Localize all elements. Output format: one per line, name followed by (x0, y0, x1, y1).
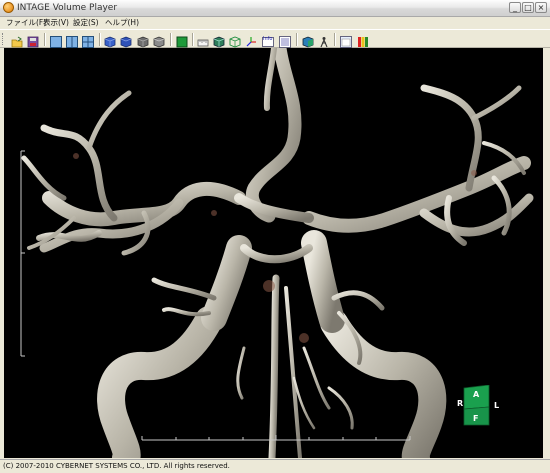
save-volume-icon[interactable] (27, 33, 39, 48)
window-icon[interactable] (340, 33, 352, 48)
ruler-icon[interactable] (197, 33, 209, 47)
box-wireframe-icon[interactable] (229, 33, 241, 48)
horizontal-scale-bar (141, 435, 411, 441)
menu-settings[interactable]: 設定(S) (73, 17, 99, 29)
layout-four-pane-icon[interactable] (82, 33, 94, 48)
cube-gray-icon[interactable] (137, 33, 149, 48)
orientation-front-label: A (473, 390, 480, 399)
layout-single-icon[interactable] (50, 33, 62, 48)
orientation-right-label: L (494, 401, 500, 410)
toolbar-separator (334, 33, 335, 46)
vertical-scale-bar (20, 150, 25, 357)
cerebral-arteries (21, 48, 534, 458)
cube-color-icon[interactable] (302, 33, 314, 48)
orientation-left-label: R (457, 399, 464, 408)
figure-icon[interactable] (318, 33, 330, 48)
list-icon[interactable] (279, 33, 291, 48)
cube-blue-alt-icon[interactable] (120, 33, 132, 48)
app-window: INTAGE Volume Player _ □ × ファイル(F) 表示(V)… (0, 0, 550, 473)
window-title: INTAGE Volume Player (17, 3, 118, 13)
menu-bar: ファイル(F) 表示(V) 設定(S) ヘルプ(H) (0, 17, 550, 29)
cube-blue-icon[interactable] (104, 33, 116, 48)
app-icon (3, 2, 14, 13)
toolbar-separator (99, 33, 100, 46)
status-text: (C) 2007-2010 CYBERNET SYSTEMS CO., LTD.… (3, 462, 230, 470)
open-folder-icon[interactable] (11, 33, 23, 48)
toolbar-separator (192, 33, 193, 46)
info-icon-label: Info (263, 36, 273, 42)
toolbar: Info (0, 29, 550, 48)
menu-help[interactable]: ヘルプ(H) (105, 17, 139, 29)
toolbar-grip[interactable] (2, 33, 6, 45)
orientation-bottom-label: F (473, 414, 479, 423)
info-icon[interactable]: Info (262, 33, 274, 47)
axes-icon[interactable] (245, 33, 257, 47)
cube-view-icon[interactable] (213, 33, 225, 48)
toolbar-separator (170, 33, 171, 46)
menu-file[interactable]: ファイル(F) (6, 17, 46, 29)
green-square-icon[interactable] (176, 33, 188, 48)
title-bar[interactable]: INTAGE Volume Player _ □ × (0, 0, 550, 17)
toolbar-separator (296, 33, 297, 46)
layout-two-pane-icon[interactable] (66, 33, 78, 48)
minimize-button[interactable]: _ (509, 2, 521, 13)
volume-render-viewport[interactable]: A F R L (4, 48, 543, 458)
colorbar-icon[interactable] (357, 33, 369, 47)
maximize-button[interactable]: □ (522, 2, 534, 13)
window-right-border (543, 48, 550, 458)
close-button[interactable]: × (535, 2, 547, 13)
cube-gray-alt-icon[interactable] (153, 33, 165, 48)
menu-view[interactable]: 表示(V) (43, 17, 69, 29)
toolbar-separator (44, 33, 45, 46)
status-bar: (C) 2007-2010 CYBERNET SYSTEMS CO., LTD.… (0, 459, 550, 473)
orientation-cube[interactable]: A F R L (457, 385, 518, 431)
